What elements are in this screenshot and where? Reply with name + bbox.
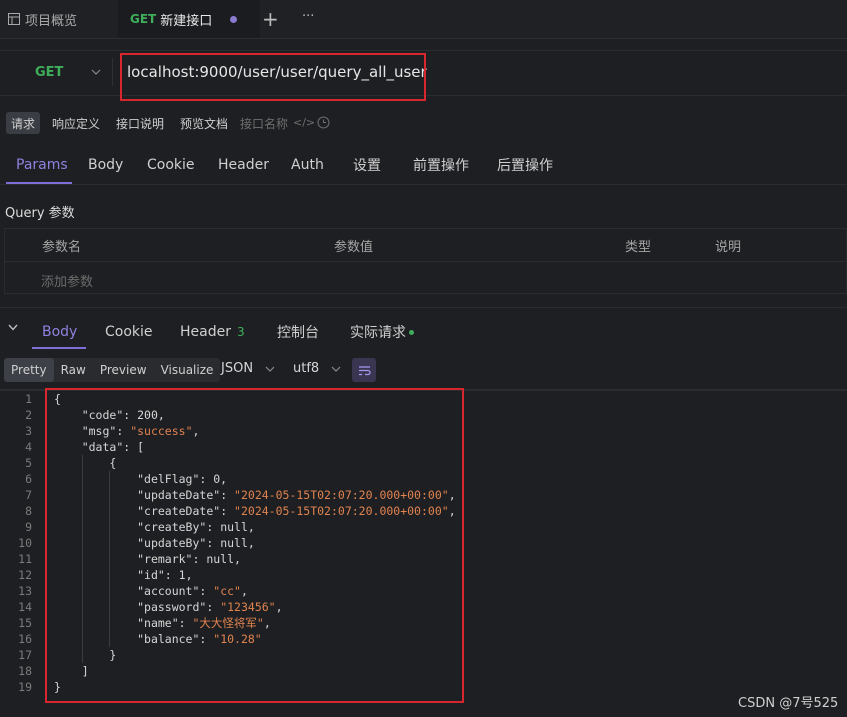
line-number: 1 [25,392,32,406]
collapse-chevron-icon[interactable] [8,324,18,331]
response-tab-cookie[interactable]: Cookie [105,318,153,346]
format-pretty[interactable]: Pretty [4,358,54,382]
tab-label: 项目概览 [25,13,78,29]
response-tab-header[interactable]: Header 3 [180,318,245,346]
add-param-input[interactable]: 添加参数 [41,271,93,290]
column-header-value: 参数值 [334,240,374,255]
line-number: 3 [25,424,32,438]
url-highlight-box [120,53,426,101]
response-tab-actual-request[interactable]: 实际请求 [350,318,414,346]
history-icon[interactable] [317,116,330,129]
line-number: 13 [18,584,32,598]
format-raw[interactable]: Raw [54,358,93,382]
format-preview[interactable]: Preview [93,358,154,382]
watermark: CSDN @7号525 [738,696,839,711]
wrap-toggle-icon[interactable] [352,358,376,382]
tab-cookie[interactable]: Cookie [147,146,195,184]
tab-new-endpoint[interactable]: GET 新建接口 [118,0,260,38]
line-number: 15 [18,616,32,630]
response-tab-console[interactable]: 控制台 [277,318,319,346]
divider [0,184,847,185]
segment-response-definition[interactable]: 响应定义 [47,112,105,134]
tab-auth[interactable]: Auth [291,146,324,184]
tab-post-operations[interactable]: 后置操作 [497,146,553,184]
chevron-down-icon [91,69,101,75]
line-number: 12 [18,568,32,582]
line-number: 8 [25,504,32,518]
response-tab-actual-label: 实际请求 [350,325,406,341]
method-select[interactable]: GET [0,50,112,94]
response-tab-header-label: Header [180,324,231,340]
response-tab-body[interactable]: Body [42,318,77,346]
endpoint-name-input[interactable]: 接口名称 [240,115,288,132]
line-number: 9 [25,520,32,534]
header-count-badge: 3 [236,325,245,339]
line-number: 14 [18,600,32,614]
tab-params[interactable]: Params [16,146,68,184]
more-tabs-icon[interactable]: ··· [302,9,314,24]
line-number: 17 [18,648,32,662]
encoding-select[interactable]: utf8 [293,361,341,376]
tab-label: 新建接口 [160,13,213,29]
column-header-name: 参数名 [42,240,82,255]
unsaved-dot-icon [230,15,238,23]
active-tab-indicator [32,347,86,349]
encoding-value: utf8 [293,361,320,376]
tab-pre-operations[interactable]: 前置操作 [413,146,469,184]
segment-preview-docs[interactable]: 预览文档 [175,112,233,134]
line-number: 2 [25,408,32,422]
method-value: GET [35,64,64,80]
line-number: 16 [18,632,32,646]
overview-icon [8,13,20,25]
tab-project-overview[interactable]: 项目概览 [0,0,126,38]
line-number: 18 [18,664,32,678]
format-type-select[interactable]: JSON [221,361,275,376]
format-type-value: JSON [221,361,254,376]
code-icon[interactable]: </> [293,116,315,129]
format-mode-group: Pretty Raw Preview Visualize [4,358,221,382]
column-header-description: 说明 [715,240,742,255]
tab-method: GET [130,12,157,26]
tab-header[interactable]: Header [218,146,269,184]
segment-api-description[interactable]: 接口说明 [111,112,169,134]
status-dot-icon [409,329,414,335]
line-number: 19 [18,680,32,694]
format-visualize[interactable]: Visualize [154,358,221,382]
response-highlight-box [45,388,464,703]
table-header-divider [4,261,847,262]
divider [112,58,113,86]
column-header-type: 类型 [625,240,652,255]
line-number: 5 [25,456,32,470]
query-params-title: Query 参数 [5,206,75,221]
line-number: 4 [25,440,32,454]
line-number: 7 [25,488,32,502]
line-number: 11 [18,552,32,566]
add-tab-button[interactable]: + [262,7,279,31]
chevron-down-icon [265,366,275,372]
divider [0,307,847,308]
line-number: 6 [25,472,32,486]
line-number: 10 [18,536,32,550]
chevron-down-icon [331,366,341,372]
segment-request[interactable]: 请求 [6,112,41,134]
tab-settings[interactable]: 设置 [353,146,381,184]
tab-body[interactable]: Body [88,146,123,184]
